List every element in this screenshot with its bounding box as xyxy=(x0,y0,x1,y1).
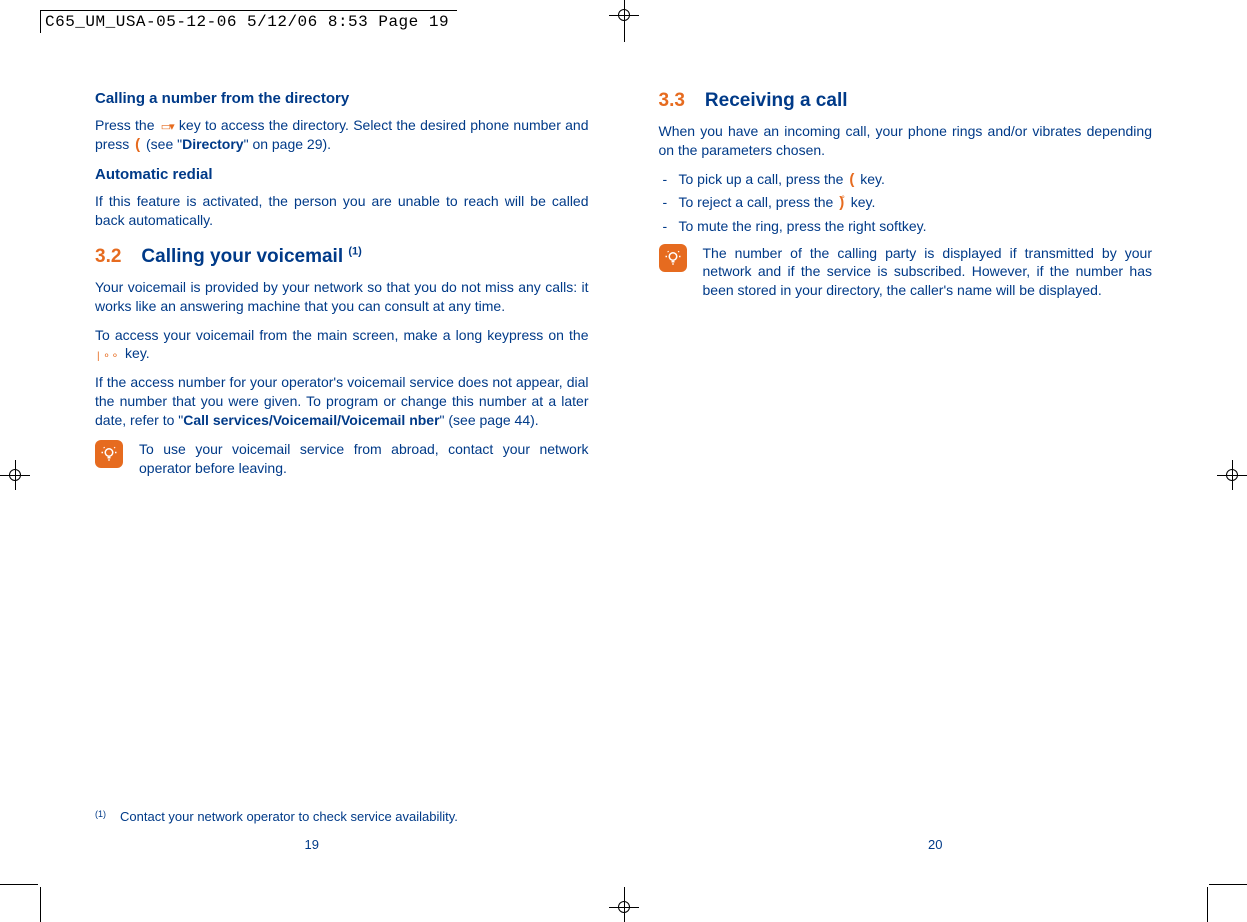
prepress-slug: C65_UM_USA-05-12-06 5/12/06 8:53 Page 19 xyxy=(40,10,457,33)
text-bold: Directory xyxy=(182,136,243,152)
page-20: 3.3 Receiving a call When you have an inc… xyxy=(624,60,1247,902)
text-fragment: Press the xyxy=(95,117,159,133)
section-title: Receiving a call xyxy=(705,90,848,111)
footnote: (1) Contact your network operator to chec… xyxy=(95,809,589,824)
body-text: If this feature is activated, the person… xyxy=(95,192,589,230)
lightbulb-icon xyxy=(95,440,123,468)
text-fragment: Calling your voicemail xyxy=(141,246,348,267)
text-fragment: " on page 29). xyxy=(244,136,331,152)
section-number: 3.2 xyxy=(95,246,121,267)
prepress-header: C65_UM_USA-05-12-06 5/12/06 8:53 Page 19 xyxy=(40,10,457,33)
section-title: Calling your voicemail (1) xyxy=(141,246,361,267)
directory-key-icon xyxy=(159,117,175,135)
text-fragment: To access your voicemail from the main s… xyxy=(95,327,589,343)
list-item: To reject a call, press the key. xyxy=(659,193,1153,213)
text-fragment: key. xyxy=(121,345,150,361)
text-fragment: " (see page 44). xyxy=(440,412,539,428)
body-text: If the access number for your operator's… xyxy=(95,373,589,430)
text-bold: Call services/Voicemail/Voicemail nber xyxy=(183,412,439,428)
body-text: To access your voicemail from the main s… xyxy=(95,326,589,364)
tip-text: The number of the calling party is displ… xyxy=(703,244,1153,301)
section-heading-3-2: 3.2 Calling your voicemail (1) xyxy=(95,245,589,267)
body-text: When you have an incoming call, your pho… xyxy=(659,122,1153,160)
text-fragment: key. xyxy=(856,171,885,187)
text-fragment: key. xyxy=(847,194,876,210)
body-text: Press the key to access the directory. S… xyxy=(95,116,589,156)
instruction-list: To pick up a call, press the key. To rej… xyxy=(659,170,1153,236)
end-key-icon xyxy=(837,193,847,213)
section-heading-3-3: 3.3 Receiving a call xyxy=(659,90,1153,112)
heading-directory-call: Calling a number from the directory xyxy=(95,90,589,107)
page-19: Calling a number from the directory Pres… xyxy=(0,60,624,902)
list-item: To mute the ring, press the right softke… xyxy=(659,217,1153,236)
tip-callout: To use your voicemail service from abroa… xyxy=(95,440,589,478)
heading-auto-redial: Automatic redial xyxy=(95,166,589,183)
lightbulb-icon xyxy=(659,244,687,272)
list-item: To pick up a call, press the key. xyxy=(659,170,1153,190)
page-number: 19 xyxy=(0,837,624,852)
footnote-marker: (1) xyxy=(95,809,106,819)
section-number: 3.3 xyxy=(659,90,685,111)
text-fragment: To pick up a call, press the xyxy=(679,171,848,187)
call-key-icon xyxy=(133,135,142,155)
footnote-ref: (1) xyxy=(348,245,361,257)
voicemail-key-icon xyxy=(95,346,121,364)
text-fragment: (see " xyxy=(142,136,182,152)
tip-callout: The number of the calling party is displ… xyxy=(659,244,1153,301)
tip-text: To use your voicemail service from abroa… xyxy=(139,440,589,478)
page-number: 20 xyxy=(624,837,1247,852)
page-spread: Calling a number from the directory Pres… xyxy=(0,60,1247,902)
body-text: Your voicemail is provided by your netwo… xyxy=(95,278,589,316)
footnote-text: Contact your network operator to check s… xyxy=(120,809,458,824)
text-fragment: To reject a call, press the xyxy=(679,194,838,210)
page-break-line-top xyxy=(624,0,625,42)
